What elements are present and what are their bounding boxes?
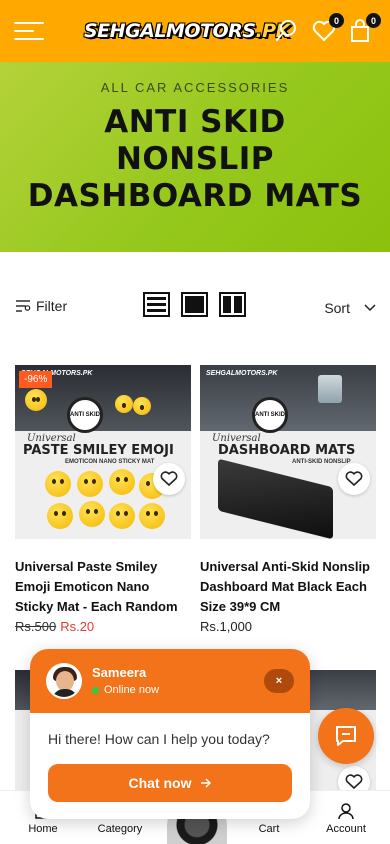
product-card[interactable]: SEHGALMOTORS.PK ANTI SKID Universal DASH… bbox=[200, 365, 376, 634]
agent-name: Sameera bbox=[92, 665, 147, 680]
wishlist-icon[interactable]: 0 bbox=[311, 13, 344, 44]
product-image[interactable]: SEHGALMOTORS.PK ANTI SKID Universal PAST… bbox=[15, 365, 191, 539]
collection-title-line: NONSLIP bbox=[115, 141, 275, 178]
collection-title-line: ANTI SKID bbox=[104, 104, 286, 140]
image-caption-text: EMOTICON NANO STICKY MAT bbox=[65, 459, 155, 465]
product-title[interactable]: Universal Paste Smiley Emoji Emoticon Na… bbox=[15, 557, 191, 617]
chat-launcher-button[interactable] bbox=[318, 708, 374, 764]
image-caption-text: ANTI-SKID NONSLIP bbox=[292, 459, 351, 465]
arrow-right-icon bbox=[200, 778, 211, 788]
sort-label: Sort bbox=[324, 300, 350, 316]
single-grid-view-button[interactable] bbox=[181, 292, 208, 317]
chat-close-button[interactable]: × bbox=[264, 669, 294, 693]
two-column-view-button[interactable] bbox=[219, 292, 246, 317]
add-to-wishlist-button[interactable] bbox=[153, 463, 185, 495]
two-column-icon bbox=[223, 296, 242, 313]
chat-greeting: Hi there! How can I help you today? bbox=[48, 731, 270, 747]
product-image[interactable]: SEHGALMOTORS.PK ANTI SKID Universal DASH… bbox=[200, 365, 376, 539]
heart-icon bbox=[345, 774, 363, 789]
agent-avatar bbox=[46, 663, 82, 699]
sort-dropdown[interactable]: Sort bbox=[324, 300, 376, 316]
list-view-button[interactable] bbox=[143, 292, 170, 317]
hero-subtitle: ALL CAR ACCESSORIES bbox=[100, 80, 290, 95]
anti-skid-badge: ANTI SKID bbox=[252, 397, 288, 433]
nav-account[interactable]: Account bbox=[311, 801, 381, 835]
nav-category-label: Category bbox=[97, 823, 143, 835]
add-to-wishlist-button[interactable] bbox=[338, 463, 370, 495]
agent-status: Online now bbox=[92, 684, 159, 696]
chat-widget-popup: Sameera Online now × Hi there! How can I… bbox=[30, 649, 310, 819]
discount-badge: -96% bbox=[19, 371, 53, 388]
nav-home-label: Home bbox=[28, 823, 58, 835]
chat-header: Sameera Online now × bbox=[30, 649, 310, 713]
chat-now-label: Chat now bbox=[128, 775, 192, 791]
chevron-down-icon bbox=[364, 304, 376, 312]
regular-price: Rs.1,000 bbox=[200, 619, 253, 634]
site-logo[interactable]: SEHGALMOTORS.PK bbox=[84, 13, 290, 49]
single-column-icon bbox=[185, 296, 204, 313]
cart-count-badge: 0 bbox=[366, 13, 381, 28]
product-card[interactable]: SEHGALMOTORS.PK ANTI SKID Universal PAST… bbox=[15, 365, 191, 634]
collection-title-line: DASHBOARD MATS bbox=[27, 178, 363, 215]
image-title-text: PASTE SMILEY EMOJI bbox=[23, 443, 174, 458]
collection-title: ANTI SKID NONSLIP DASHBOARD MATS bbox=[0, 104, 390, 216]
online-dot-icon bbox=[92, 686, 99, 694]
anti-skid-badge: ANTI SKID bbox=[67, 397, 103, 433]
nav-account-label: Account bbox=[326, 823, 366, 835]
wishlist-count-badge: 0 bbox=[329, 13, 344, 28]
sale-price: Rs.20 bbox=[60, 619, 95, 634]
product-title[interactable]: Universal Anti-Skid Nonslip Dashboard Ma… bbox=[200, 557, 376, 617]
product-price: Rs.500 Rs.20 bbox=[15, 619, 191, 634]
agent-status-text: Online now bbox=[104, 684, 160, 696]
chat-now-button[interactable]: Chat now bbox=[48, 764, 292, 802]
image-title-text: DASHBOARD MATS bbox=[218, 443, 356, 458]
search-icon[interactable] bbox=[274, 18, 300, 44]
product-price: Rs.1,000 bbox=[200, 619, 376, 634]
heart-icon bbox=[160, 471, 178, 486]
list-view-icon bbox=[147, 297, 166, 312]
cart-icon[interactable]: 0 bbox=[348, 13, 381, 44]
filter-icon bbox=[16, 300, 31, 312]
collection-hero: ALL CAR ACCESSORIES ANTI SKID NONSLIP DA… bbox=[0, 62, 390, 252]
filter-label: Filter bbox=[36, 298, 68, 314]
collection-toolbar: Filter Sort bbox=[0, 288, 390, 328]
nav-cart-label: Cart bbox=[258, 823, 280, 835]
site-header: SEHGALMOTORS.PK 0 0 bbox=[0, 0, 390, 62]
filter-button[interactable]: Filter bbox=[15, 298, 67, 314]
original-price: Rs.500 bbox=[15, 619, 57, 634]
heart-icon bbox=[345, 471, 363, 486]
logo-main: SEHGALMOTORS bbox=[84, 20, 256, 42]
account-icon bbox=[338, 803, 354, 820]
image-brand-text: SEHGALMOTORS.PK bbox=[206, 370, 278, 377]
menu-icon[interactable] bbox=[14, 20, 46, 42]
add-to-wishlist-button[interactable] bbox=[338, 766, 370, 790]
chat-bubble-icon bbox=[336, 726, 356, 746]
